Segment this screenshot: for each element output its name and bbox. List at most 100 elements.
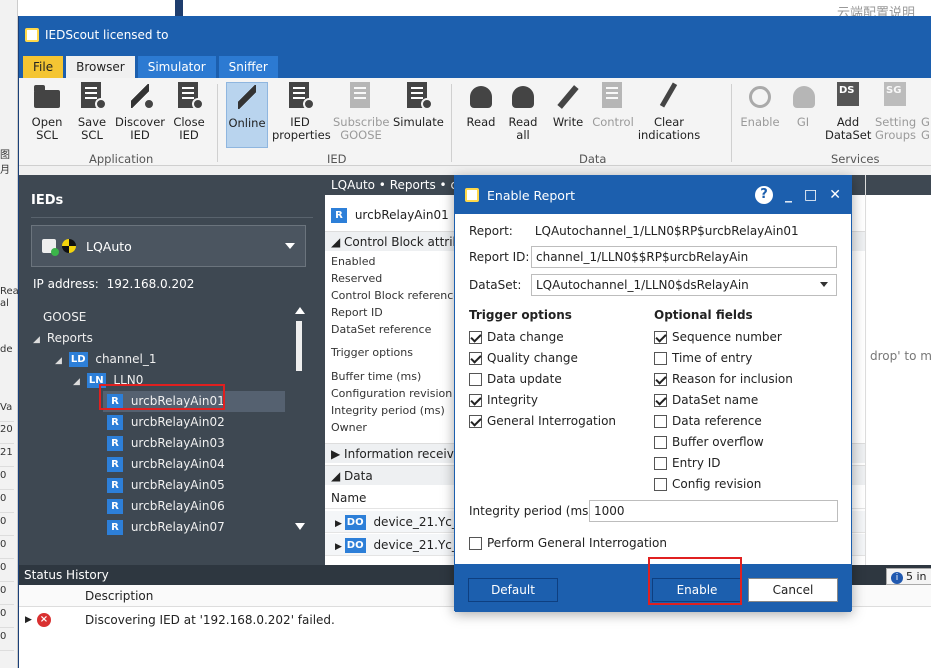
opt-config-revision-checkbox[interactable]: Config revision (654, 475, 761, 493)
close-icon[interactable]: ✕ (829, 187, 841, 203)
tree-item-urcbrelayain06[interactable]: R urcbRelayAin06 (107, 496, 225, 517)
trigger-gi-checkbox[interactable]: General Interrogation (469, 412, 616, 430)
tab-simulator[interactable]: Simulator (137, 56, 216, 78)
collapse-arrow-icon: ◢ (331, 469, 345, 483)
checkbox-unchecked[interactable] (654, 477, 667, 491)
scroll-down-icon[interactable] (295, 523, 305, 530)
subscribe-goose-button[interactable]: Subscribe GOOSE (333, 82, 390, 142)
checkbox-unchecked[interactable] (654, 456, 667, 470)
report-label: Report: (469, 224, 513, 238)
tab-sniffer[interactable]: Sniffer (218, 56, 278, 78)
ied-properties-button[interactable]: IED properties (272, 82, 331, 142)
read-button[interactable]: Read (465, 82, 497, 129)
add-dataset-button[interactable]: DS Add DataSet (825, 82, 871, 142)
tree-item-urcbrelayain07[interactable]: R urcbRelayAin07 (107, 517, 225, 538)
report-icon: R (107, 520, 123, 535)
trigger-data-change-checkbox[interactable]: Data change (469, 328, 564, 346)
tree-item-urcbrelayain05[interactable]: R urcbRelayAin05 (107, 475, 225, 496)
enable-button[interactable]: Enable (739, 82, 781, 129)
simulate-button[interactable]: Simulate (393, 82, 444, 129)
save-scl-button[interactable]: Save SCL (74, 82, 110, 142)
ied-selector[interactable]: LQAuto (31, 225, 306, 267)
ld-icon: LD (68, 352, 88, 367)
tree-scrollbar[interactable] (295, 307, 305, 530)
expand-arrow-icon[interactable]: ▶ (335, 519, 345, 529)
setting-groups-button[interactable]: SG Setting Groups (875, 82, 916, 142)
trigger-quality-change-checkbox[interactable]: Quality change (469, 349, 578, 367)
checkbox-checked[interactable] (654, 372, 667, 386)
expand-arrow-icon[interactable]: ▶ (335, 542, 345, 552)
scroll-up-icon[interactable] (295, 307, 305, 314)
tree-item-urcbrelayain03[interactable]: R urcbRelayAin03 (107, 433, 225, 454)
discover-ied-button[interactable]: Discover IED (115, 82, 165, 142)
gi-button[interactable]: GI (789, 82, 817, 129)
checkbox-unchecked[interactable] (654, 414, 667, 428)
opt-time-of-entry-checkbox[interactable]: Time of entry (654, 349, 752, 367)
checkbox-unchecked[interactable] (654, 435, 667, 449)
enable-report-dialog: Enable Report ? _ □ ✕ Report: LQAutochan… (454, 175, 852, 612)
more-button[interactable]: G G (919, 82, 931, 142)
expand-arrow-icon[interactable]: ▶ (25, 610, 32, 630)
expand-arrow-icon[interactable]: ◢ (73, 372, 83, 393)
read-all-label2: all (516, 128, 530, 142)
maximize-icon[interactable]: □ (804, 187, 817, 203)
opt-sequence-number-checkbox[interactable]: Sequence number (654, 328, 782, 346)
tree-item-channel[interactable]: ◢ LD channel_1 (55, 349, 156, 370)
window-titlebar: IEDScout licensed to (19, 16, 931, 54)
checkbox-unchecked[interactable] (469, 536, 482, 550)
help-icon[interactable]: ? (755, 186, 774, 204)
opt-reason-for-inclusion-checkbox[interactable]: Reason for inclusion (654, 370, 793, 388)
tab-file[interactable]: File (23, 56, 64, 78)
info-count-badge[interactable]: i5 in (886, 568, 931, 585)
trigger-data-update-checkbox[interactable]: Data update (469, 370, 562, 388)
control-button[interactable]: Control (591, 82, 635, 129)
perform-gi-checkbox[interactable]: Perform General Interrogation (469, 534, 667, 552)
checkbox-checked[interactable] (469, 393, 482, 407)
integrity-period-input[interactable]: 1000 (589, 500, 838, 522)
checkbox-checked[interactable] (469, 414, 482, 428)
checkbox-unchecked[interactable] (654, 351, 667, 365)
opt-buffer-overflow-checkbox[interactable]: Buffer overflow (654, 433, 764, 451)
expand-arrow-icon[interactable]: ◢ (55, 351, 65, 372)
scroll-thumb[interactable] (296, 321, 302, 371)
add-dataset-label2: DataSet (825, 128, 872, 142)
tree-item-label: urcbRelayAin02 (130, 415, 225, 429)
tab-browser[interactable]: Browser (66, 56, 135, 78)
selected-ied-name: LQAuto (86, 238, 132, 254)
checkbox-checked[interactable] (469, 330, 482, 344)
cancel-button[interactable]: Cancel (748, 578, 838, 602)
dataset-label: DataSet: (469, 278, 522, 292)
tree-item-urcbrelayain04[interactable]: R urcbRelayAin04 (107, 454, 225, 475)
default-button[interactable]: Default (468, 578, 558, 602)
dataset-select[interactable]: LQAutochannel_1/LLN0$dsRelayAin (531, 274, 837, 296)
tree-item-reports[interactable]: ◢ Reports (33, 328, 93, 349)
write-button[interactable]: Write (551, 82, 585, 129)
checkbox-unchecked[interactable] (469, 372, 482, 386)
tree-item-urcbrelayain02[interactable]: R urcbRelayAin02 (107, 412, 225, 433)
opt-dataset-name-checkbox[interactable]: DataSet name (654, 391, 758, 409)
prop-label: Buffer time (ms) (331, 370, 422, 383)
report-icon: R (331, 208, 347, 223)
checkbox-label: Integrity (487, 393, 538, 407)
clear-indications-button[interactable]: Clear indications (637, 82, 701, 142)
close-ied-button[interactable]: Close IED (171, 82, 207, 142)
checkbox-checked[interactable] (654, 330, 667, 344)
checkbox-label: Data reference (672, 414, 762, 428)
minimize-icon[interactable]: _ (785, 187, 792, 203)
opt-data-reference-checkbox[interactable]: Data reference (654, 412, 762, 430)
checkbox-checked[interactable] (469, 351, 482, 365)
status-row[interactable]: ▶ × Discovering IED at '192.168.0.202' f… (19, 610, 931, 630)
online-button[interactable]: Online (226, 82, 268, 148)
report-id-input[interactable]: channel_1/LLN0$$RP$urcbRelayAin (531, 246, 837, 268)
prop-label: Integrity period (ms) (331, 404, 445, 417)
read-all-button[interactable]: Read all (507, 82, 539, 142)
checkbox-label: DataSet name (672, 393, 759, 407)
opt-entry-id-checkbox[interactable]: Entry ID (654, 454, 721, 472)
expand-arrow-icon[interactable]: ◢ (33, 330, 43, 351)
trigger-integrity-checkbox[interactable]: Integrity (469, 391, 538, 409)
open-scl-button[interactable]: Open SCL (29, 82, 65, 142)
tree-item-goose[interactable]: GOOSE (43, 307, 86, 328)
online-label: Online (228, 116, 266, 130)
checkbox-checked[interactable] (654, 393, 667, 407)
enable-label: Enable (740, 115, 780, 129)
